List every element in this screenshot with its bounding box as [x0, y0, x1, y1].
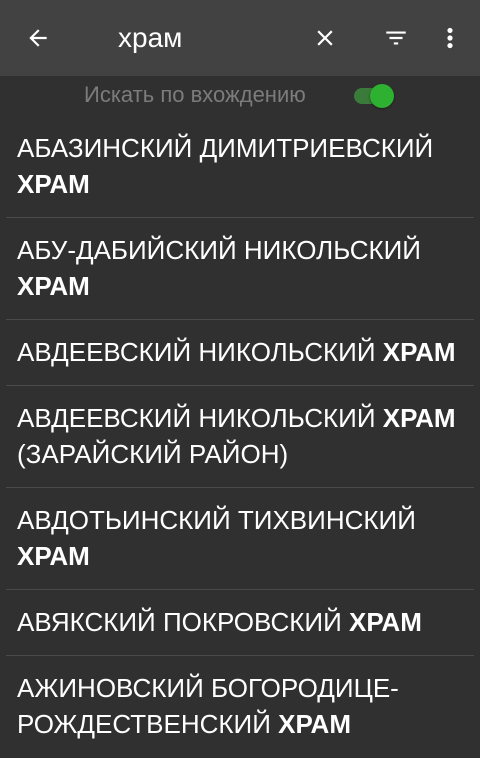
back-button[interactable] — [14, 14, 62, 62]
result-item[interactable]: АВЯКСКИЙ ПОКРОВСКИЙ ХРАМ — [0, 590, 480, 656]
close-icon — [317, 30, 333, 46]
search-mode-row: Искать по вхождению — [0, 76, 480, 116]
overflow-menu-button[interactable] — [426, 14, 474, 62]
filter-icon — [386, 31, 406, 45]
filter-button[interactable] — [372, 14, 420, 62]
search-input[interactable] — [92, 16, 292, 60]
result-match: ХРАМ — [349, 607, 422, 637]
result-item[interactable]: АВДЕЕВСКИЙ НИКОЛЬСКИЙ ХРАМ (ЗАРАЙСКИЙ РА… — [0, 386, 480, 488]
result-prefix: АВДЕЕВСКИЙ НИКОЛЬСКИЙ — [17, 337, 383, 367]
result-suffix: (ЗАРАЙСКИЙ РАЙОН) — [17, 439, 289, 469]
result-item[interactable]: АЖИНОВСКИЙ БОГОРОДИЦЕ-РОЖДЕСТВЕНСКИЙ ХРА… — [0, 656, 480, 758]
result-prefix: АБАЗИНСКИЙ ДИМИТРИЕВСКИЙ — [17, 133, 434, 163]
arrow-back-icon — [29, 29, 47, 47]
result-match: ХРАМ — [382, 337, 456, 367]
result-item[interactable]: АВДОТЬИНСКИЙ ТИХВИНСКИЙ ХРАМ — [0, 488, 480, 590]
result-item[interactable]: АБУ-ДАБИЙСКИЙ НИКОЛЬСКИЙ ХРАМ — [0, 218, 480, 320]
more-vert-icon — [447, 27, 453, 49]
toggle-thumb — [370, 84, 394, 108]
result-match: ХРАМ — [17, 271, 90, 301]
clear-search-button[interactable] — [301, 14, 349, 62]
result-item[interactable]: АВДЕЕВСКИЙ НИКОЛЬСКИЙ ХРАМ — [0, 320, 480, 386]
result-match: ХРАМ — [17, 169, 90, 199]
search-mode-label: Искать по вхождению — [84, 82, 306, 107]
search-toolbar — [0, 0, 480, 76]
result-match: ХРАМ — [17, 541, 90, 571]
search-mode-toggle[interactable] — [352, 82, 398, 110]
result-match: ХРАМ — [382, 403, 456, 433]
result-match: ХРАМ — [278, 709, 351, 739]
result-prefix: АВДЕЕВСКИЙ НИКОЛЬСКИЙ — [17, 403, 383, 433]
result-prefix: АВЯКСКИЙ ПОКРОВСКИЙ — [17, 607, 350, 637]
result-prefix: АВДОТЬИНСКИЙ ТИХВИНСКИЙ — [17, 505, 416, 535]
result-prefix: АБУ-ДАБИЙСКИЙ НИКОЛЬСКИЙ — [17, 235, 421, 265]
results-list: АБАЗИНСКИЙ ДИМИТРИЕВСКИЙ ХРАМ АБУ-ДАБИЙС… — [0, 116, 480, 758]
result-item[interactable]: АБАЗИНСКИЙ ДИМИТРИЕВСКИЙ ХРАМ — [0, 116, 480, 218]
